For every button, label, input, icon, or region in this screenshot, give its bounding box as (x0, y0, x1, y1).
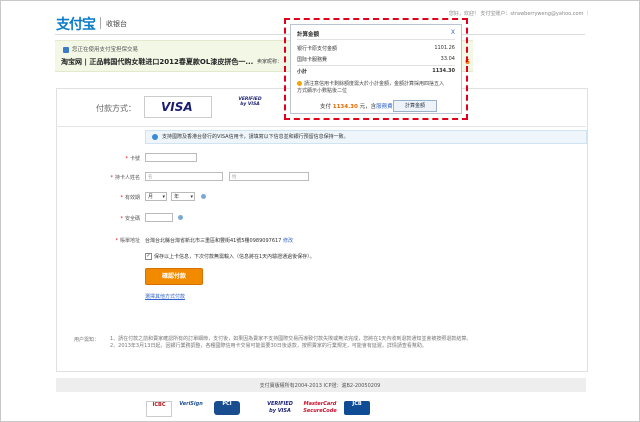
card-number-input[interactable] (145, 153, 197, 162)
verisign-badge: VeriSign (179, 401, 203, 407)
notes-label: 用户需知： (74, 337, 100, 343)
confirm-payment-button[interactable]: 確認付款 (145, 268, 203, 285)
cardholder-label: * 持卡人姓名 (110, 175, 140, 181)
billing-address: 台灣台北縣台灣省新北市三重區和豐街41號5樓0989097617 修改 (145, 238, 293, 244)
popup-row: 银行卡原支付金額 1101.26 (297, 45, 455, 52)
service-fee-link[interactable]: 服務費 (376, 104, 393, 110)
cardholder-last-name-input[interactable]: 姓 (229, 172, 309, 181)
logo-divider (100, 17, 101, 29)
popup-tip: 請注意信用卡剩餘額度需大於小計金額，金額計算採用四捨五入方式顯示小數點後二位 (297, 81, 445, 94)
card-number-label: * 卡號 (125, 156, 140, 162)
notes: 1、請在付款之前和賣家確認所有的訂單細節，支付後，如果因為賣家不支持國際交易而導… (110, 336, 580, 350)
verified-by-visa-logo: VERIFIED by VISA (238, 97, 262, 107)
mastercard-securecode-badge: MasterCard SecureCode (303, 401, 337, 414)
popup-title: 計算金額 (297, 32, 320, 38)
payment-method-title: 付款方式： (96, 104, 136, 113)
expiry-year-select[interactable]: 年 ▾ (171, 192, 195, 201)
chevron-down-icon: ▾ (190, 194, 193, 200)
note-item: 1、請在付款之前和賣家確認所有的訂單細節，支付後，如果因為賣家不支持國際交易而導… (110, 336, 472, 342)
cashier-title: 收银台 (106, 20, 127, 28)
close-icon[interactable]: X (451, 29, 455, 36)
popup-row: 国际卡服務費 33.04 (297, 56, 455, 63)
pay-summary: 支付 1134.30 元，含服務費 (320, 104, 393, 110)
note-item: 2、2013年3月13日起，因銀行業務調整，各種國際信用卡交易可能需要30日後退… (110, 343, 427, 349)
save-card-checkbox[interactable]: ✓ (145, 253, 152, 260)
icbc-badge: ICBC (146, 401, 172, 417)
help-icon[interactable] (201, 194, 206, 199)
billing-address-label: * 賬單地址 (115, 238, 140, 244)
edit-address-link[interactable]: 修改 (283, 238, 293, 244)
save-card-option[interactable]: ✓ 保存以上卡信息，下次付款無需輸入（信息將在1天內驗證通過後保存）。 (145, 253, 315, 260)
shield-icon (63, 46, 69, 53)
help-icon[interactable] (178, 215, 183, 220)
verified-by-visa-badge: VERIFIED by VISA (267, 401, 293, 414)
calculate-amount-button[interactable]: 計算金額 (393, 100, 437, 112)
expiry-month-select[interactable]: 月 ▾ (145, 192, 167, 201)
visa-logo: VISA (161, 100, 193, 114)
seller-label: 卖家昵称： (257, 59, 283, 65)
pay-amount: 1134.30 (332, 104, 358, 110)
user-bar: 您好，欢迎！ 支付宝账户：strawberryweng@yahoo.com ｜ (448, 11, 590, 17)
warning-icon (297, 81, 302, 86)
popup-subtotal-row: 小計 1134.30 (297, 68, 455, 75)
info-icon (152, 133, 158, 140)
expiry-label: * 有效期 (120, 195, 140, 201)
panel-divider (56, 126, 586, 127)
cvv-input[interactable] (145, 213, 173, 222)
chevron-down-icon: ▾ (162, 194, 165, 200)
notice-text: 您正在使用支付宝担保交易 (72, 47, 139, 53)
other-payment-link[interactable]: 選擇其他方式付款 (145, 293, 185, 300)
cardholder-first-name-input[interactable]: 名 (145, 172, 223, 181)
jcb-badge: JCB (344, 401, 370, 415)
info-banner: 支持國際及香港台發行的VISA信用卡，請填寫以下信息並和銀行預留信息保持一致。 (145, 130, 587, 144)
order-item-title[interactable]: 淘宝网 | 正品韩国代购女鞋进口2012春夏款OL漆皮拼色一... (61, 57, 253, 67)
cvv-label: * 安全碼 (120, 216, 140, 222)
pci-badge: PCI (214, 401, 240, 415)
copyright: 支付寶版權所有2004-2013 ICP證：滬B2-20050209 (259, 383, 381, 389)
alipay-logo[interactable]: 支付宝 (56, 14, 96, 34)
visa-card-option[interactable]: VISA (144, 96, 212, 118)
info-text: 支持國際及香港台發行的VISA信用卡，請填寫以下信息並和銀行預留信息保持一致。 (162, 134, 349, 140)
